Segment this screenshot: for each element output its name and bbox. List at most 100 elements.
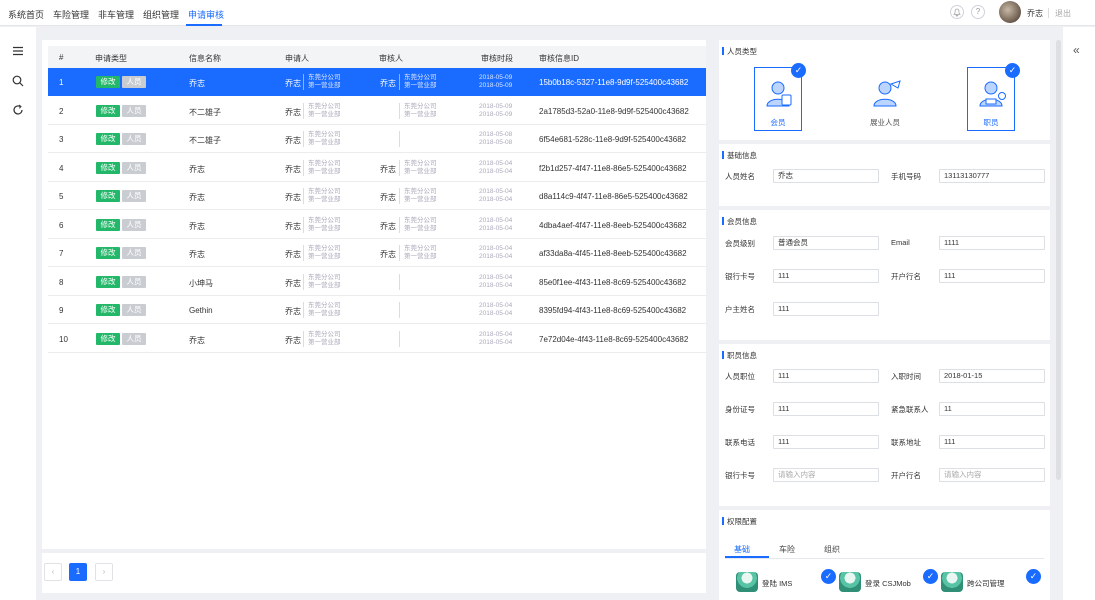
edit-tag: 修改 <box>96 161 120 174</box>
bank-card-field[interactable]: 111 <box>773 269 879 283</box>
table-row[interactable]: 9 修改 人员 Gethin 乔志 东莞分公司 第一营业部 2018-05-04 2018-05… <box>48 296 706 324</box>
row-index: 5 <box>59 192 64 201</box>
table-row[interactable]: 2 修改 人员 不二雄子 乔志 东莞分公司 第一营业部 东莞分公司 第一营业部 2018-05-0… <box>48 96 706 125</box>
active-nav-underline <box>186 24 222 26</box>
bell-icon[interactable] <box>950 5 964 19</box>
reviewer-name: 乔志 <box>380 221 396 231</box>
table-row[interactable]: 4 修改 人员 乔志 乔志 东莞分公司 第一营业部 乔志 东莞分公司 第一营业部 2018-05-0… <box>48 153 706 182</box>
reviewer-org: 东莞分公司 第一营业部 <box>404 159 437 175</box>
refresh-icon[interactable] <box>12 104 24 116</box>
table-row[interactable]: 1 修改 人员 乔志 乔志 东莞分公司 第一营业部 乔志 东莞分公司 第一营业部 2018-05-0… <box>48 68 706 96</box>
level-label: 会员级别 <box>725 239 755 248</box>
id-card-field[interactable]: 111 <box>773 402 879 416</box>
table-row[interactable]: 10 修改 人员 乔志 乔志 东莞分公司 第一营业部 2018-05-04 2018-05-04… <box>48 324 706 353</box>
review-id: 6f54e681-528c-11e8-9d9f-525400c43682 <box>539 135 687 144</box>
divider <box>303 245 304 261</box>
check-icon: ✓ <box>791 63 806 78</box>
emergency-label: 紧急联系人 <box>891 405 929 414</box>
collapse-icon[interactable]: « <box>1073 43 1080 57</box>
review-id: f2b1d257-4f47-11e8-86e5-525400c43682 <box>539 163 687 173</box>
phone-field[interactable]: 13113130777 <box>939 169 1045 183</box>
staff-info-section: 职员信息 人员职位 111 入职时间 2018-01-15 身份证号 111 紧… <box>719 344 1050 506</box>
applicant-name: 乔志 <box>285 307 301 316</box>
info-name: 乔志 <box>189 193 205 202</box>
emergency-field[interactable]: 11 <box>939 402 1045 416</box>
logout-link[interactable]: 退出 <box>1055 8 1071 19</box>
check-icon[interactable]: ✓ <box>1026 569 1041 584</box>
edit-tag: 修改 <box>96 275 120 288</box>
divider <box>303 188 304 204</box>
info-name: 乔志 <box>189 164 205 174</box>
tab-org[interactable]: 组织 <box>824 544 840 555</box>
row-index: 4 <box>59 163 64 173</box>
reviewer-name: 乔志 <box>380 79 396 88</box>
question-icon[interactable]: ? <box>971 5 985 19</box>
table-row[interactable]: 8 修改 人员 小坤马 乔志 东莞分公司 第一营业部 2018-05-04 2018-05-04… <box>48 267 706 296</box>
person-tag: 人员 <box>122 275 146 288</box>
divider <box>399 102 400 119</box>
review-time: 2018-05-08 2018-05-08 <box>479 131 513 146</box>
address-field[interactable]: 111 <box>939 435 1045 449</box>
edit-tag: 修改 <box>96 247 120 259</box>
perm-label: 登陆 IMS <box>762 579 793 588</box>
applicant-org: 东莞分公司 第一营业部 <box>308 216 341 232</box>
name-field[interactable]: 乔志 <box>773 169 879 183</box>
person-type-section: 人员类型 会员 ✓ 展业人员 职员 ✓ <box>719 40 1050 140</box>
level-field[interactable]: 普通会员 <box>773 236 879 250</box>
nav-item-org[interactable]: 组织管理 <box>143 8 179 21</box>
check-icon[interactable]: ✓ <box>923 569 938 584</box>
divider <box>399 131 400 147</box>
reviewer-org: 东莞分公司 第一营业部 <box>404 74 437 89</box>
app-thumbnail <box>839 572 861 592</box>
type-card-sales[interactable]: 展业人员 <box>861 67 909 131</box>
search-icon[interactable] <box>12 75 24 87</box>
staff-bank-card-label: 银行卡号 <box>725 471 755 480</box>
position-field[interactable]: 111 <box>773 369 879 383</box>
applicant-org: 东莞分公司 第一营业部 <box>308 245 341 260</box>
nav-item-home[interactable]: 系统首页 <box>8 8 44 21</box>
join-date-field[interactable]: 2018-01-15 <box>939 369 1045 383</box>
table-row[interactable]: 3 修改 人员 不二雄子 乔志 东莞分公司 第一营业部 2018-05-08 2018-05-0… <box>48 125 706 153</box>
section-title: 会员信息 <box>722 217 757 226</box>
staff-bank-name-field[interactable]: 请输入内容 <box>939 468 1045 482</box>
staff-icon <box>979 81 1006 107</box>
nav-item-non-auto[interactable]: 非车管理 <box>98 8 134 21</box>
tab-auto[interactable]: 车险 <box>779 544 795 555</box>
form-scrollbar[interactable] <box>1056 40 1061 480</box>
divider <box>399 302 400 318</box>
table-row[interactable]: 7 修改 人员 乔志 乔志 东莞分公司 第一营业部 乔志 东莞分公司 第一营业部 2018-05-0… <box>48 239 706 267</box>
person-tag: 人员 <box>122 190 146 202</box>
menu-icon[interactable] <box>12 45 24 57</box>
email-field[interactable]: 1111 <box>939 236 1045 250</box>
info-name: 乔志 <box>189 221 205 231</box>
holder-field[interactable]: 111 <box>773 302 879 316</box>
tel-field[interactable]: 111 <box>773 435 879 449</box>
bank-name-field[interactable]: 111 <box>939 269 1045 283</box>
info-name: 不二雄子 <box>189 136 221 145</box>
staff-bank-card-field[interactable]: 请输入内容 <box>773 468 879 482</box>
applicant-name: 乔志 <box>285 221 301 231</box>
col-review-time: 审核时段 <box>481 54 513 63</box>
tab-basic[interactable]: 基础 <box>734 544 750 555</box>
next-page-button[interactable]: › <box>95 563 113 581</box>
nav-item-auto-insurance[interactable]: 车险管理 <box>53 8 89 21</box>
table-row[interactable]: 6 修改 人员 乔志 乔志 东莞分公司 第一营业部 乔志 东莞分公司 第一营业部 2018-05-0… <box>48 210 706 239</box>
table-row[interactable]: 5 修改 人员 乔志 乔志 东莞分公司 第一营业部 乔志 东莞分公司 第一营业部 2018-05-0… <box>48 182 706 210</box>
col-apply-type: 申请类型 <box>95 54 127 63</box>
page-1-button[interactable]: 1 <box>69 563 87 581</box>
divider <box>399 159 400 176</box>
row-index: 8 <box>59 277 64 287</box>
reviewer-org: 东莞分公司 第一营业部 <box>404 102 437 118</box>
avatar[interactable] <box>999 1 1021 23</box>
divider <box>303 216 304 233</box>
type-label-sales: 展业人员 <box>870 118 900 127</box>
divider <box>399 188 400 204</box>
type-label-staff: 职员 <box>983 118 999 127</box>
user-name[interactable]: 乔志 <box>1027 8 1043 19</box>
bank-card-label: 银行卡号 <box>725 272 755 281</box>
check-icon[interactable]: ✓ <box>821 569 836 584</box>
applicant-name: 乔志 <box>285 136 301 145</box>
review-time: 2018-05-04 2018-05-04 <box>479 216 513 232</box>
nav-item-review[interactable]: 申请审核 <box>188 8 224 21</box>
prev-page-button[interactable]: ‹ <box>44 563 62 581</box>
